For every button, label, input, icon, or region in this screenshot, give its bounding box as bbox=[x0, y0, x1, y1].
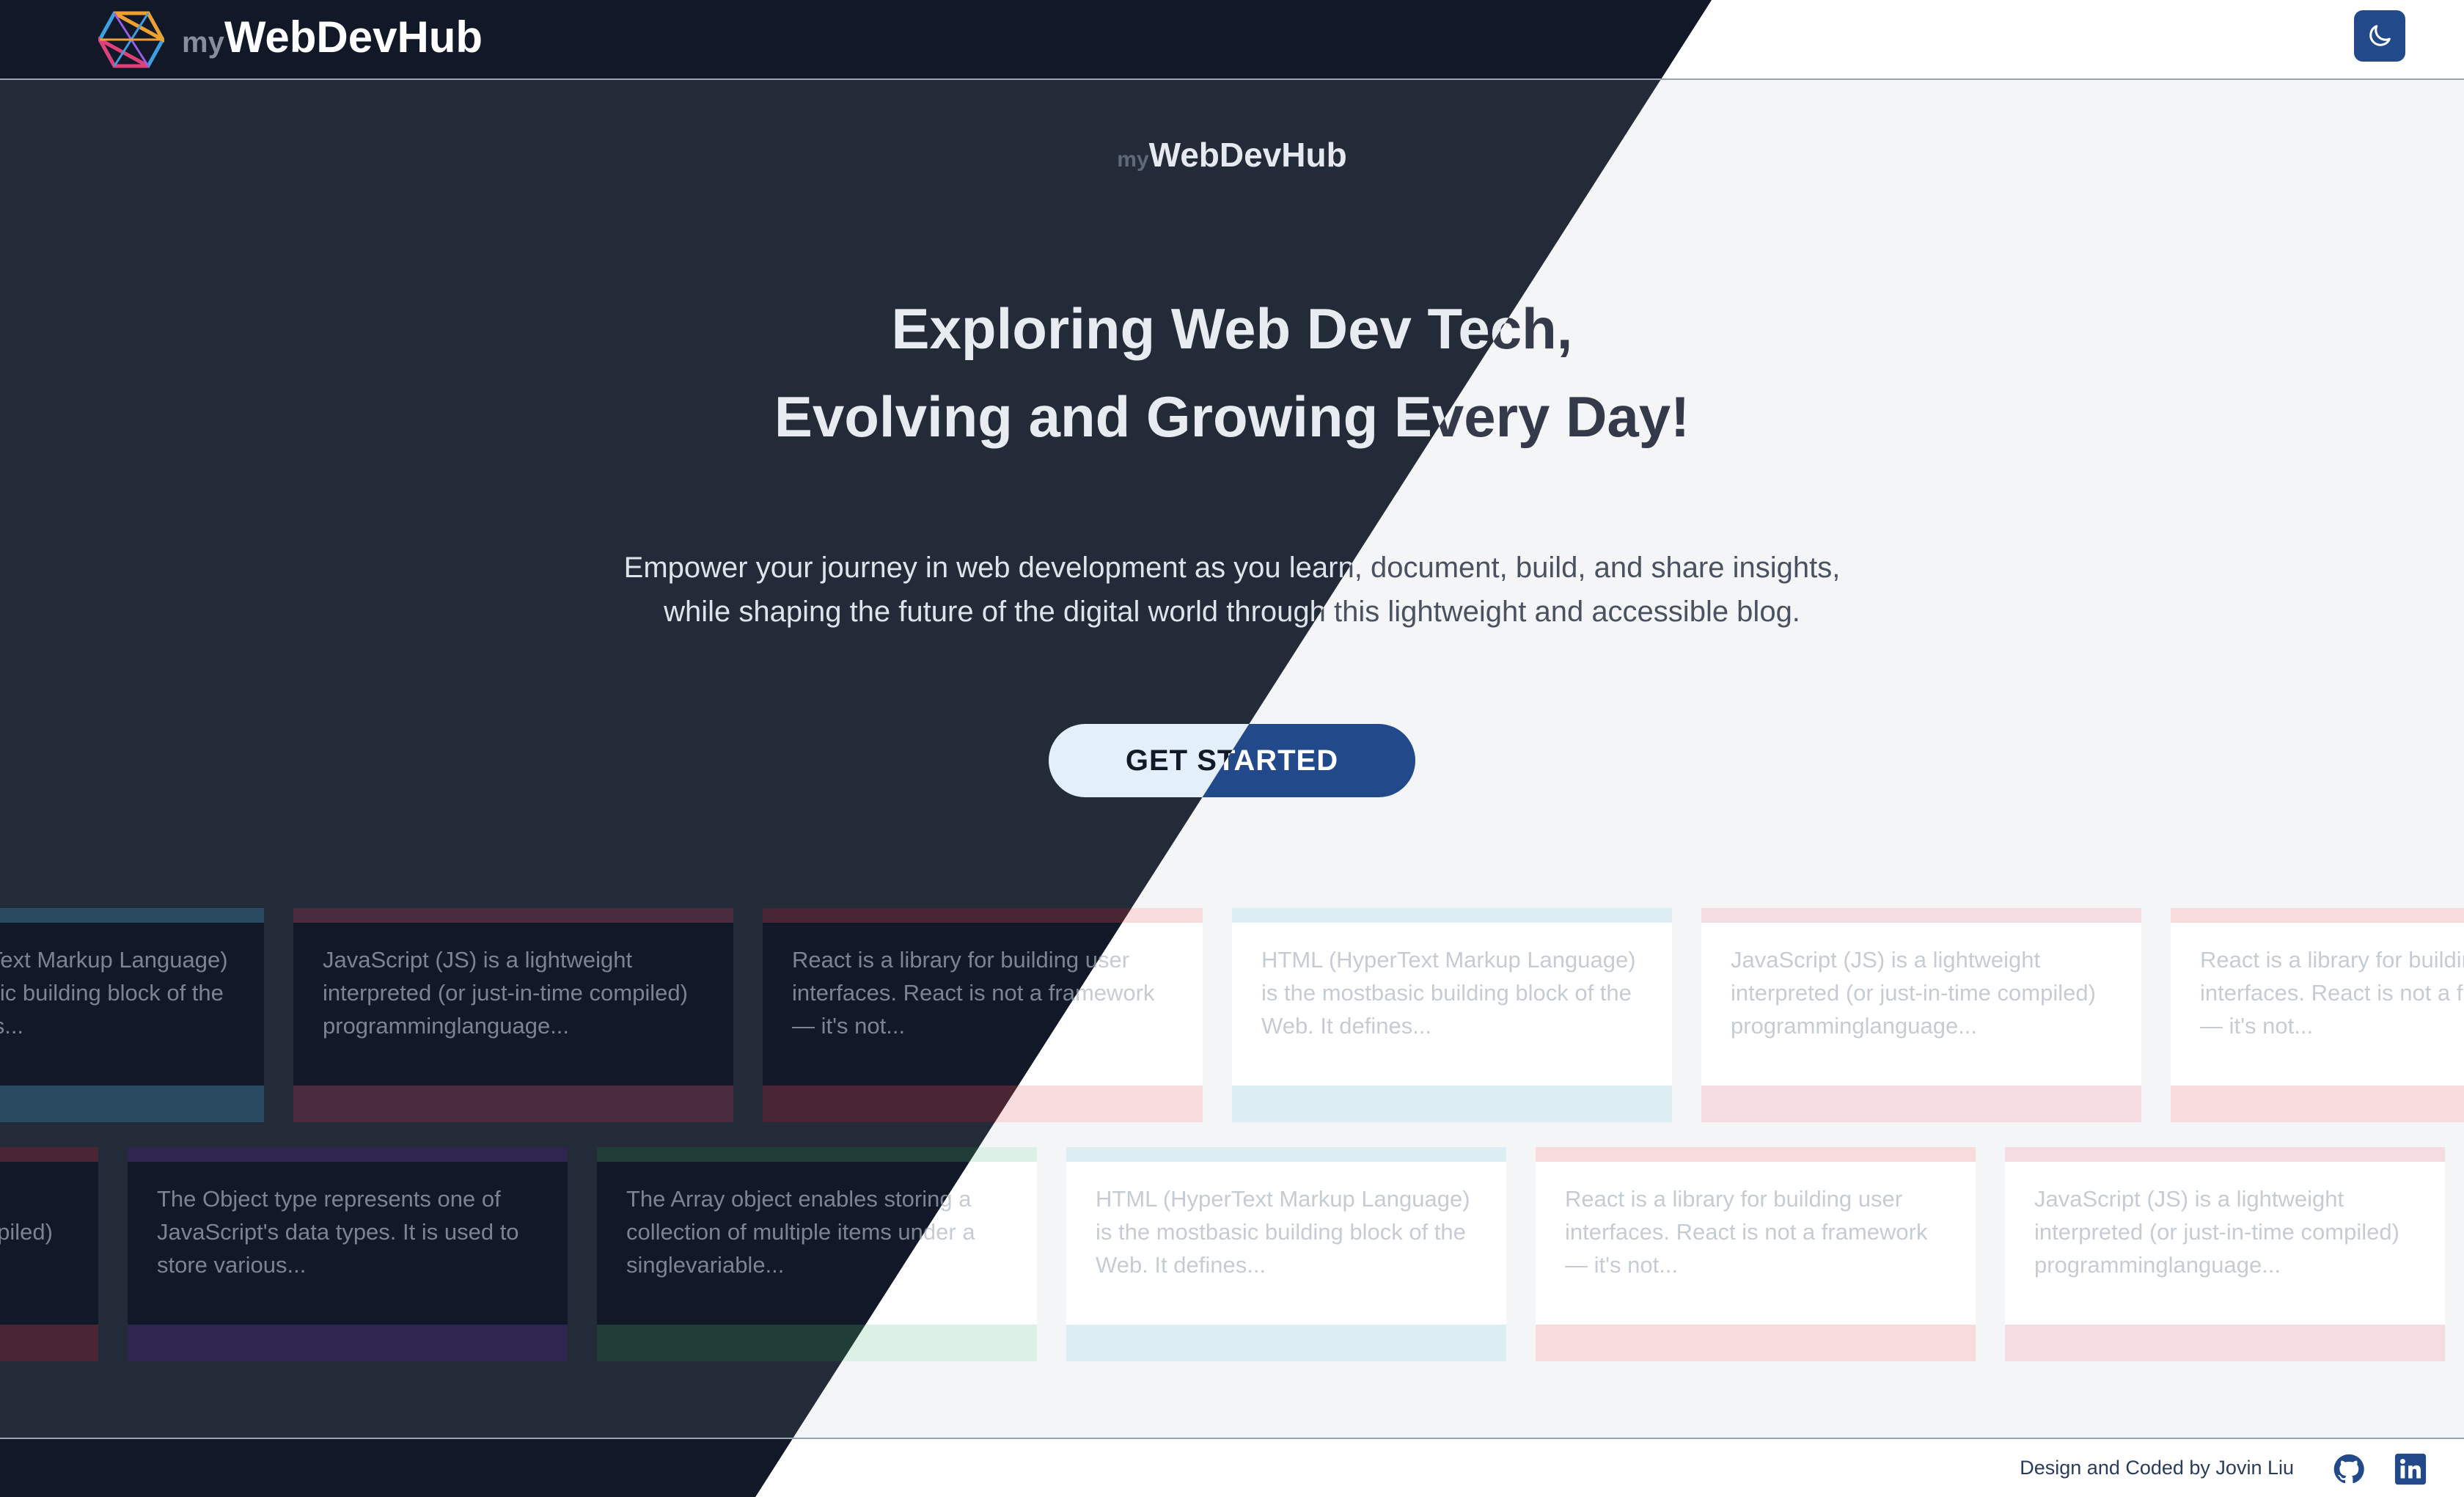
card-excerpt: React is a library for building user int… bbox=[2171, 923, 2464, 1086]
article-card[interactable]: JavaScript (JS) is a lightweight interpr… bbox=[2005, 1147, 2445, 1361]
card-footer-stripe bbox=[1536, 1325, 1976, 1361]
card-accent-stripe bbox=[128, 1147, 568, 1162]
theme-toggle-button[interactable] bbox=[2354, 10, 2405, 62]
footer-credit: Design and Coded by Jovin Liu bbox=[2020, 1457, 2294, 1479]
card-accent-stripe bbox=[293, 908, 733, 923]
card-excerpt: The Object type represents one of JavaSc… bbox=[128, 1162, 568, 1325]
hero-brand-prefix: my bbox=[1117, 147, 1149, 172]
card-footer-stripe bbox=[128, 1325, 568, 1361]
article-card[interactable]: HTML (HyperText Markup Language) is the … bbox=[1066, 1147, 1506, 1361]
card-footer-stripe bbox=[1232, 1086, 1672, 1122]
card-excerpt: React is a library for building user int… bbox=[1536, 1162, 1976, 1325]
hero-title-line1: Exploring Web Dev Tech, bbox=[891, 296, 1573, 361]
moon-icon bbox=[2369, 25, 2391, 46]
linkedin-icon[interactable] bbox=[2394, 1452, 2427, 1486]
card-accent-stripe bbox=[1232, 908, 1672, 923]
card-accent-stripe bbox=[1536, 1147, 1976, 1162]
article-card[interactable]: JavaScript (JS) is a lightweight interpr… bbox=[293, 908, 733, 1122]
article-card[interactable]: JavaScript (JS) is a lightweight interpr… bbox=[0, 1147, 98, 1361]
card-accent-stripe bbox=[1701, 908, 2141, 923]
card-footer-stripe bbox=[1701, 1086, 2141, 1122]
card-accent-stripe bbox=[2005, 1147, 2445, 1162]
card-accent-stripe bbox=[0, 1147, 98, 1162]
card-accent-stripe bbox=[1066, 1147, 1506, 1162]
card-accent-stripe bbox=[0, 908, 264, 923]
github-icon[interactable] bbox=[2332, 1452, 2366, 1486]
brand-name: WebDevHub bbox=[224, 12, 483, 62]
card-excerpt: JavaScript (JS) is a lightweight interpr… bbox=[0, 1162, 98, 1325]
card-excerpt: JavaScript (JS) is a lightweight interpr… bbox=[2005, 1162, 2445, 1325]
card-footer-stripe bbox=[2171, 1086, 2464, 1122]
card-excerpt: JavaScript (JS) is a lightweight interpr… bbox=[293, 923, 733, 1086]
card-accent-stripe bbox=[2171, 908, 2464, 923]
hexagon-logo-icon[interactable] bbox=[98, 10, 164, 69]
brand-prefix: my bbox=[182, 26, 224, 59]
hero-brand-name: WebDevHub bbox=[1148, 136, 1347, 174]
card-footer-stripe bbox=[0, 1325, 98, 1361]
card-excerpt: HTML (HyperText Markup Language) is the … bbox=[0, 923, 264, 1086]
card-footer-stripe bbox=[0, 1086, 264, 1122]
article-card[interactable]: HTML (HyperText Markup Language) is the … bbox=[0, 908, 264, 1122]
article-card[interactable]: HTML (HyperText Markup Language) is the … bbox=[1232, 908, 1672, 1122]
article-card[interactable]: JavaScript (JS) is a lightweight interpr… bbox=[1701, 908, 2141, 1122]
card-excerpt: HTML (HyperText Markup Language) is the … bbox=[1232, 923, 1672, 1086]
article-card[interactable]: React is a library for building user int… bbox=[1536, 1147, 1976, 1361]
card-footer-stripe bbox=[2005, 1325, 2445, 1361]
article-card[interactable]: The Object type represents one of JavaSc… bbox=[128, 1147, 568, 1361]
card-excerpt: JavaScript (JS) is a lightweight interpr… bbox=[1701, 923, 2141, 1086]
brand-logo-text[interactable]: myWebDevHub bbox=[182, 12, 483, 62]
card-excerpt: HTML (HyperText Markup Language) is the … bbox=[1066, 1162, 1506, 1325]
card-footer-stripe bbox=[1066, 1325, 1506, 1361]
card-footer-stripe bbox=[293, 1086, 733, 1122]
article-card[interactable]: React is a library for building user int… bbox=[2171, 908, 2464, 1122]
